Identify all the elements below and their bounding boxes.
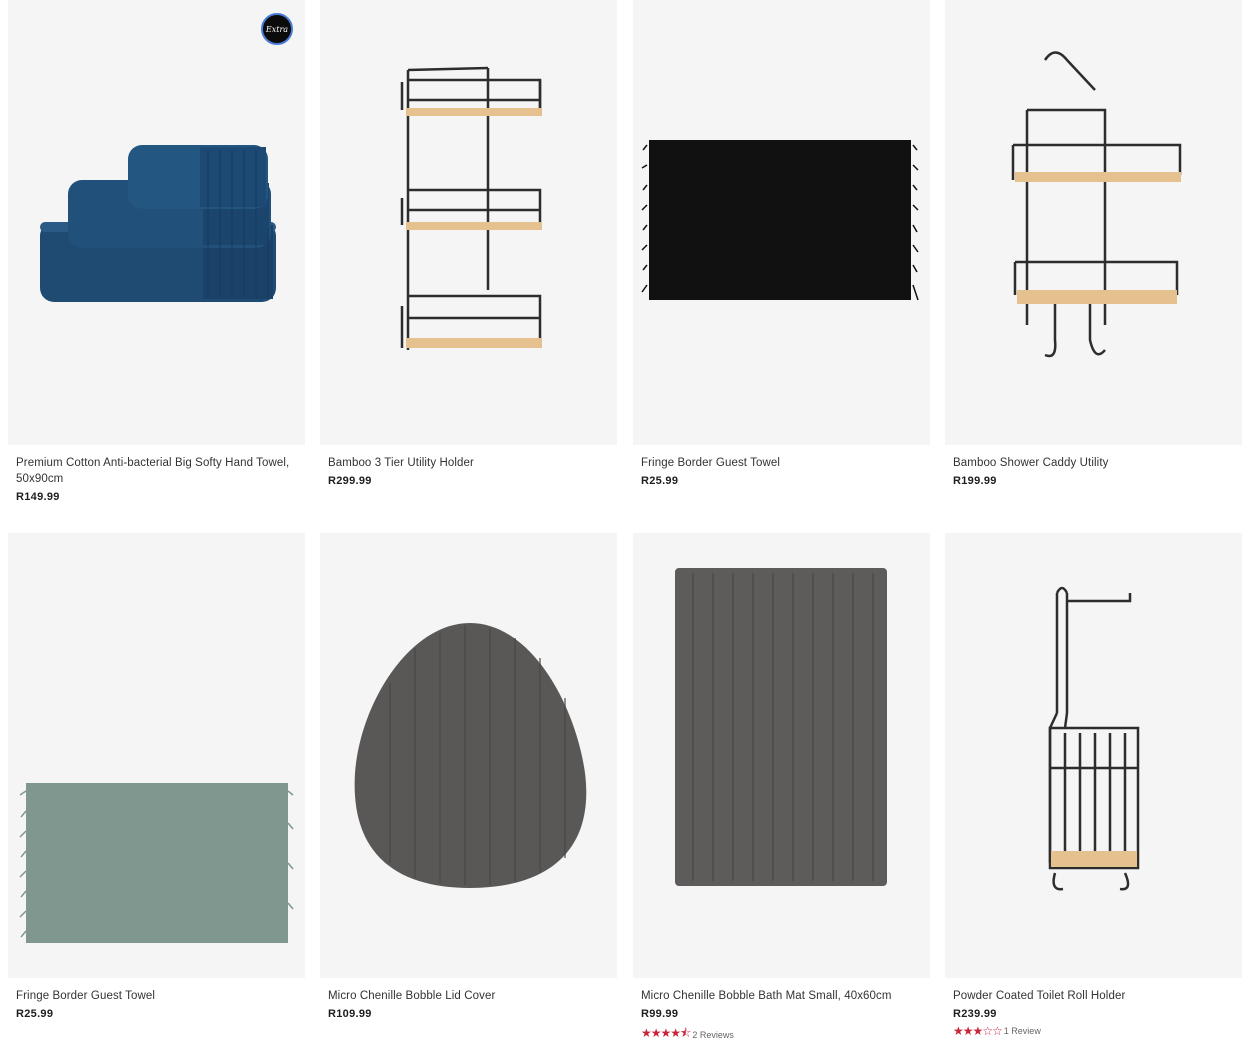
product-rating[interactable]: ★★★☆☆ 1 Review [953, 1024, 1234, 1038]
product-card[interactable]: Fringe Border Guest Towel R25.99 [8, 533, 305, 1020]
product-price: R25.99 [641, 475, 679, 487]
product-image[interactable] [320, 533, 617, 978]
product-price: R99.99 [641, 1008, 679, 1020]
review-count[interactable]: 2 Reviews [692, 1030, 734, 1040]
product-title[interactable]: Powder Coated Toilet Roll Holder [953, 988, 1234, 1004]
product-price: R199.99 [953, 475, 997, 487]
product-image[interactable] [945, 533, 1242, 978]
product-image[interactable] [8, 533, 305, 978]
product-card[interactable]: Fringe Border Guest Towel R25.99 [633, 0, 930, 487]
product-title[interactable]: Micro Chenille Bobble Bath Mat Small, 40… [641, 988, 922, 1004]
star-rating-icon: ★★★★⯪ [641, 1026, 691, 1040]
product-image[interactable]: Extra [8, 0, 305, 445]
product-rating[interactable]: ★★★★⯪ 2 Reviews [641, 1024, 922, 1045]
product-title[interactable]: Fringe Border Guest Towel [16, 988, 297, 1004]
product-price: R109.99 [328, 1008, 372, 1020]
product-card[interactable]: Bamboo 3 Tier Utility Holder R299.99 [320, 0, 617, 487]
product-image[interactable] [633, 0, 930, 445]
product-image[interactable] [320, 0, 617, 445]
extra-badge-icon: Extra [261, 13, 293, 45]
product-card[interactable]: Micro Chenille Bobble Bath Mat Small, 40… [633, 533, 930, 1045]
product-title[interactable]: Premium Cotton Anti-bacterial Big Softy … [16, 455, 297, 487]
product-price: R299.99 [328, 475, 372, 487]
product-price: R25.99 [16, 1008, 54, 1020]
product-title[interactable]: Fringe Border Guest Towel [641, 455, 922, 471]
product-title[interactable]: Bamboo Shower Caddy Utility [953, 455, 1234, 471]
product-price: R149.99 [16, 491, 60, 503]
product-card[interactable]: Micro Chenille Bobble Lid Cover R109.99 [320, 533, 617, 1020]
review-count[interactable]: 1 Review [1004, 1026, 1041, 1036]
product-card[interactable]: Powder Coated Toilet Roll Holder R239.99… [945, 533, 1242, 1038]
product-title[interactable]: Bamboo 3 Tier Utility Holder [328, 455, 609, 471]
star-rating-icon: ★★★☆☆ [953, 1024, 1003, 1038]
product-card[interactable]: Bamboo Shower Caddy Utility R199.99 [945, 0, 1242, 487]
product-title[interactable]: Micro Chenille Bobble Lid Cover [328, 988, 609, 1004]
product-price: R239.99 [953, 1008, 997, 1020]
product-image[interactable] [633, 533, 930, 978]
product-card[interactable]: Extra Premium Cotton Anti-bacterial Big … [8, 0, 305, 503]
product-image[interactable] [945, 0, 1242, 445]
